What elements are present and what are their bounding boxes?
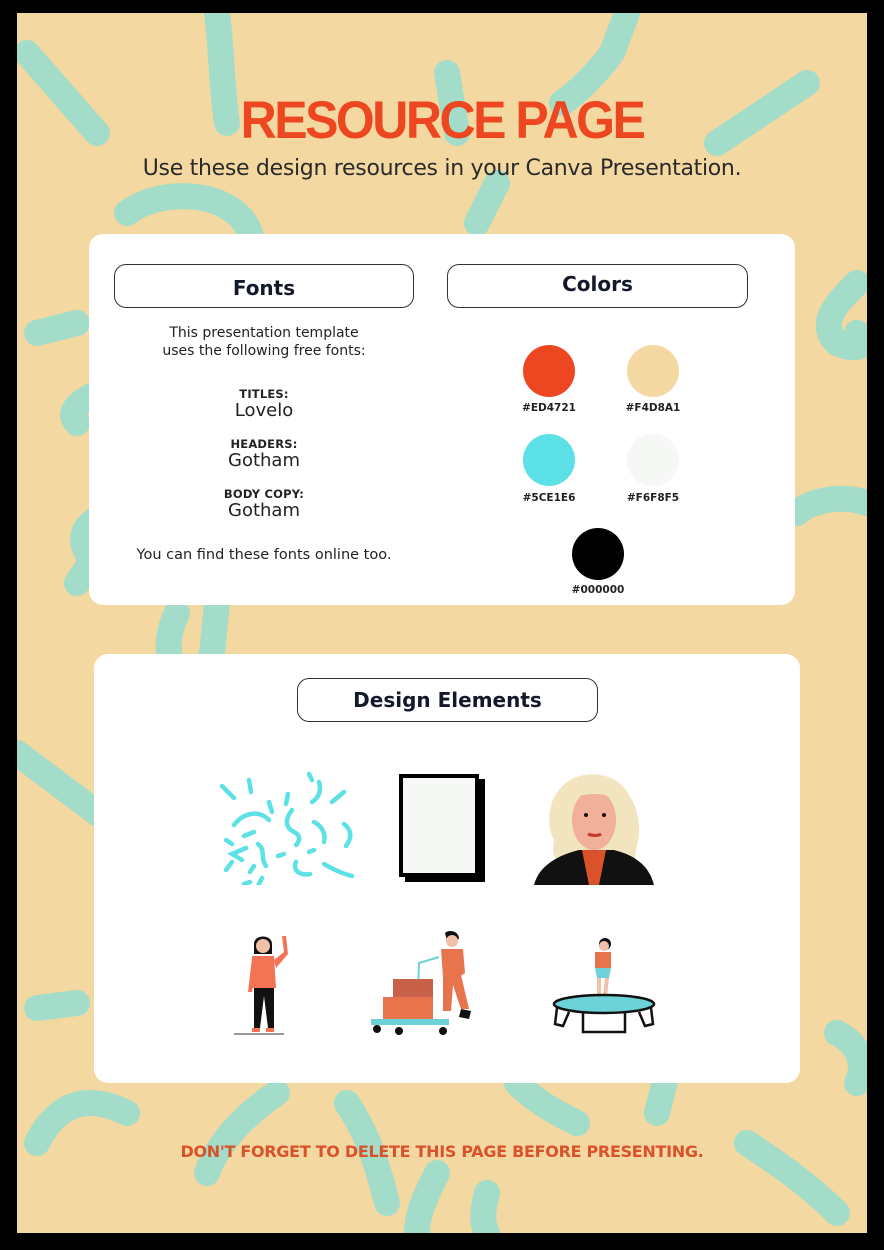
color-swatch-label: #5CE1E6 (522, 492, 576, 504)
font-entry-name: Gotham (228, 450, 300, 471)
design-elements-card: Design Elements (94, 654, 800, 1083)
fonts-intro: This presentation template uses the foll… (114, 324, 414, 360)
color-swatch-off-white (627, 434, 679, 486)
resource-page: RESOURCE PAGE Use these design resources… (17, 13, 867, 1233)
blank-frame-icon[interactable] (397, 774, 487, 884)
squiggle-pattern-icon[interactable] (214, 770, 364, 885)
design-elements-heading: Design Elements (297, 678, 598, 722)
page-subtitle: Use these design resources in your Canva… (142, 156, 742, 181)
font-entry-titles: TITLES: Lovelo (114, 388, 414, 421)
font-entry-name: Gotham (228, 500, 300, 521)
waving-woman-illustration-icon[interactable] (234, 932, 304, 1037)
fonts-heading: Fonts (114, 264, 414, 308)
color-swatch-black (572, 528, 624, 580)
fonts-footer-note: You can find these fonts online too. (136, 547, 392, 563)
trampoline-kid-illustration-icon[interactable] (549, 936, 659, 1036)
portrait-illustration-icon[interactable] (534, 770, 659, 885)
color-swatch-beige (627, 345, 679, 397)
color-swatch-label: #000000 (571, 584, 625, 596)
color-swatch-cyan (523, 434, 575, 486)
color-swatch-label: #ED4721 (522, 402, 576, 414)
font-entry-body-copy: BODY COPY: Gotham (114, 488, 414, 521)
color-swatch-label: #F6F8F5 (626, 492, 680, 504)
fonts-intro-line: uses the following free fonts: (162, 343, 366, 359)
page-title: RESOURCE PAGE (240, 90, 646, 150)
fonts-list: This presentation template uses the foll… (114, 324, 414, 563)
color-swatch-red (523, 345, 575, 397)
delivery-man-cart-illustration-icon[interactable] (369, 929, 479, 1039)
delete-reminder-note: DON'T FORGET TO DELETE THIS PAGE BEFORE … (180, 1142, 704, 1161)
font-entry-name: Lovelo (234, 400, 294, 421)
font-entry-headers: HEADERS: Gotham (114, 438, 414, 471)
color-swatch-label: #F4D8A1 (625, 402, 681, 414)
colors-heading: Colors (447, 264, 748, 308)
fonts-colors-card: Fonts This presentation template uses th… (89, 234, 795, 605)
fonts-intro-line: This presentation template (169, 325, 359, 341)
